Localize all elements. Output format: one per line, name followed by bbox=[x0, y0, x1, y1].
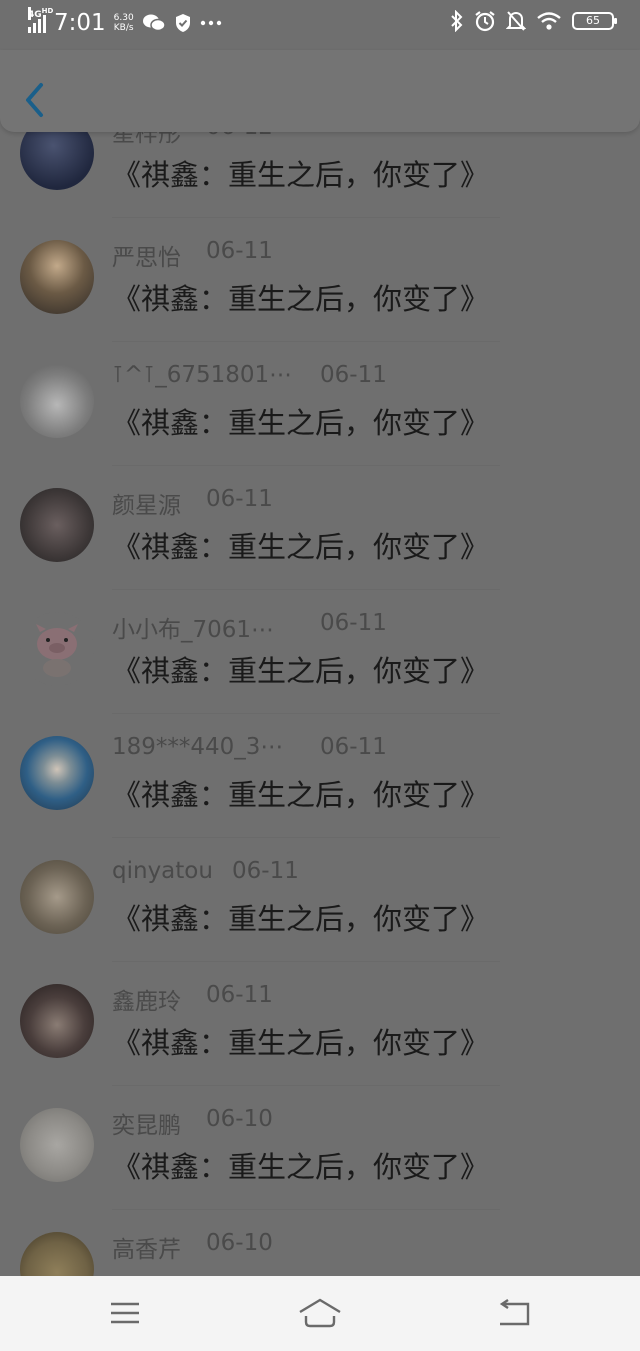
comment-username[interactable]: 严思怡 bbox=[112, 238, 181, 272]
comment-item[interactable]: ⊺^⊺_6751801⋯ 06-11 《祺鑫：重生之后，你变了》 bbox=[0, 342, 640, 466]
comment-date: 06-11 bbox=[206, 486, 273, 512]
back-icon[interactable] bbox=[494, 1296, 534, 1330]
comment-text: 《祺鑫：重生之后，你变了》 bbox=[112, 1026, 490, 1060]
comment-date: 06-10 bbox=[206, 1230, 273, 1256]
comment-username[interactable]: 颜星源 bbox=[112, 486, 181, 520]
comment-username[interactable]: 小小布_7061⋯ bbox=[112, 610, 274, 644]
battery-level: 65 bbox=[586, 14, 600, 27]
home-icon[interactable] bbox=[298, 1296, 342, 1330]
comment-date: 06-11 bbox=[320, 610, 387, 636]
comment-username[interactable]: 高香芹 bbox=[112, 1230, 181, 1264]
pig-cartoon-icon bbox=[36, 624, 78, 677]
menu-icon[interactable] bbox=[105, 1296, 145, 1330]
avatar[interactable] bbox=[20, 488, 94, 562]
comment-item[interactable]: qinyatou 06-11 《祺鑫：重生之后，你变了》 bbox=[0, 838, 640, 962]
comment-item[interactable]: 189***440_3⋯ 06-11 《祺鑫：重生之后，你变了》 bbox=[0, 714, 640, 838]
comment-item[interactable]: 颜星源 06-11 《祺鑫：重生之后，你变了》 bbox=[0, 466, 640, 590]
chevron-left-icon bbox=[26, 83, 43, 117]
avatar[interactable] bbox=[20, 240, 94, 314]
comment-username[interactable]: qinyatou bbox=[112, 858, 213, 884]
avatar[interactable] bbox=[20, 984, 94, 1058]
bluetooth-icon bbox=[451, 10, 463, 32]
clock: 7:01 bbox=[54, 10, 106, 36]
comment-item[interactable]: 鑫鹿玲 06-11 《祺鑫：重生之后，你变了》 bbox=[0, 962, 640, 1086]
comment-username[interactable]: 奕昆鹏 bbox=[112, 1106, 181, 1140]
shield-icon bbox=[175, 14, 190, 32]
network-hd: HD bbox=[41, 7, 54, 15]
avatar[interactable] bbox=[20, 736, 94, 810]
avatar[interactable] bbox=[20, 860, 94, 934]
speed-value: 6.30 bbox=[113, 13, 134, 23]
comment-date: 06-11 bbox=[206, 982, 273, 1008]
comment-date: 06-11 bbox=[232, 858, 299, 884]
comment-text: 《祺鑫：重生之后，你变了》 bbox=[112, 406, 490, 440]
avatar[interactable] bbox=[20, 612, 94, 686]
comment-username[interactable]: ⊺^⊺_6751801⋯ bbox=[112, 362, 292, 388]
battery-indicator: 65 bbox=[572, 12, 617, 30]
network-speed: 6.30 KB/s bbox=[114, 13, 134, 33]
avatar[interactable] bbox=[20, 364, 94, 438]
comment-item[interactable]: 严思怡 06-11 《祺鑫：重生之后，你变了》 bbox=[0, 218, 640, 342]
alarm-icon bbox=[475, 11, 495, 32]
more-dots-icon bbox=[200, 20, 221, 26]
comment-text: 《祺鑫：重生之后，你变了》 bbox=[112, 778, 490, 812]
back-button[interactable] bbox=[22, 80, 48, 120]
comment-text: 《祺鑫：重生之后，你变了》 bbox=[112, 282, 490, 316]
comment-item[interactable]: 奕昆鹏 06-10 《祺鑫：重生之后，你变了》 bbox=[0, 1086, 640, 1210]
comment-text: 《祺鑫：重生之后，你变了》 bbox=[112, 902, 490, 936]
top-nav-bar bbox=[0, 50, 640, 132]
status-bar: 4GHD 7:01 6.30 KB/s 65 bbox=[0, 0, 640, 50]
cellular-signal-icon: 4GHD bbox=[28, 7, 53, 33]
comment-text: 《祺鑫：重生之后，你变了》 bbox=[112, 654, 490, 688]
comment-text: 《祺鑫：重生之后，你变了》 bbox=[112, 158, 490, 192]
comment-date: 06-11 bbox=[320, 734, 387, 760]
comment-date: 06-11 bbox=[320, 362, 387, 388]
comment-text: 《祺鑫：重生之后，你变了》 bbox=[112, 530, 490, 564]
avatar[interactable] bbox=[20, 1108, 94, 1182]
wechat-icon bbox=[142, 14, 166, 32]
comment-text: 《祺鑫：重生之后，你变了》 bbox=[112, 1150, 490, 1184]
system-nav-bar bbox=[0, 1276, 640, 1351]
network-type: 4G bbox=[28, 10, 42, 20]
comment-date: 06-10 bbox=[206, 1106, 273, 1132]
comment-username[interactable]: 189***440_3⋯ bbox=[112, 734, 283, 760]
comment-item[interactable]: 小小布_7061⋯ 06-11 《祺鑫：重生之后，你变了》 bbox=[0, 590, 640, 714]
mute-bell-icon bbox=[506, 11, 526, 31]
comment-date: 06-11 bbox=[206, 238, 273, 264]
wifi-icon bbox=[537, 12, 561, 30]
speed-unit: KB/s bbox=[113, 23, 134, 33]
comment-username[interactable]: 鑫鹿玲 bbox=[112, 982, 181, 1016]
